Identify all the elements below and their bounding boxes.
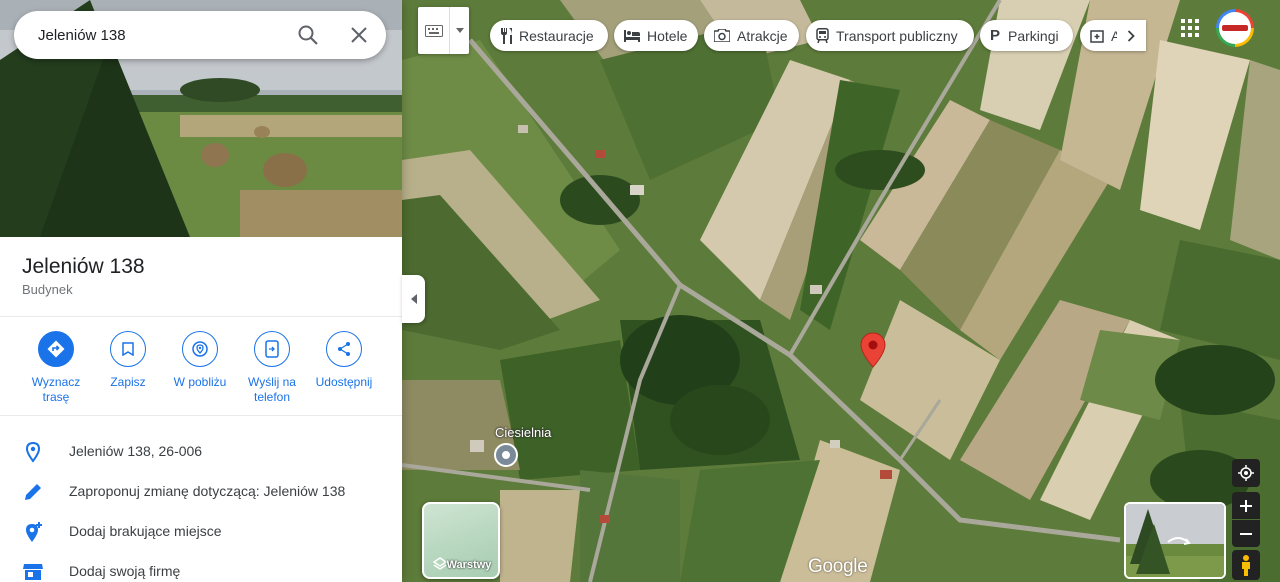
restaurant-icon <box>501 27 512 44</box>
location-marker-icon[interactable] <box>860 332 886 368</box>
google-logo: Google <box>808 556 868 577</box>
chip-label: Atrakcje <box>737 27 788 44</box>
action-label: Wyślij na telefon <box>248 375 296 404</box>
directions-button[interactable]: Wyznacz trasę <box>21 331 91 405</box>
chip-parking[interactable]: P Parkingi <box>980 20 1073 51</box>
action-label: Zapisz <box>110 375 146 389</box>
address-row[interactable]: Jeleniów 138, 26-006 <box>0 431 402 471</box>
chip-restaurants[interactable]: Restauracje <box>490 20 608 51</box>
add-missing-place-row[interactable]: Dodaj brakujące miejsce <box>0 511 402 551</box>
action-label: W pobliżu <box>173 375 227 389</box>
action-label: Wyznacz trasę <box>31 375 81 404</box>
suggest-edit-row[interactable]: Zaproponuj zmianę dotyczącą: Jeleniów 13… <box>0 471 402 511</box>
hotel-icon <box>624 29 640 42</box>
divider <box>0 415 402 416</box>
crosshair-icon <box>1238 465 1254 481</box>
street-view-image <box>1126 504 1224 577</box>
chip-hotels[interactable]: Hotele <box>614 20 698 51</box>
place-title: Jeleniów 138 <box>22 255 145 278</box>
pharmacy-icon <box>1090 29 1104 43</box>
directions-icon <box>47 340 65 358</box>
layers-button[interactable]: Warstwy <box>422 502 500 579</box>
share-icon <box>338 342 350 356</box>
chip-label: Hotele <box>647 27 688 44</box>
dropdown-arrow-icon[interactable] <box>456 28 464 33</box>
poi-pin-icon[interactable] <box>494 443 518 467</box>
action-label: Udostępnij <box>315 375 373 389</box>
save-button[interactable]: Zapisz <box>93 331 163 390</box>
add-missing-place-text: Dodaj brakujące miejsce <box>69 523 222 539</box>
poi-label[interactable]: Ciesielnia <box>495 425 551 440</box>
chip-public-transport[interactable]: Transport publiczny <box>806 20 974 51</box>
transit-icon <box>816 28 829 43</box>
parking-icon: P <box>990 27 1001 44</box>
address-text: Jeleniów 138, 26-006 <box>69 443 203 459</box>
place-panel: Jeleniów 138 Budynek Wyznacz trasę Zapis… <box>0 0 402 582</box>
nearby-button[interactable]: W pobliżu <box>165 331 235 390</box>
storefront-icon <box>23 564 43 580</box>
add-business-row[interactable]: Dodaj swoją firmę <box>0 551 402 582</box>
chip-label: Restauracje <box>519 27 594 44</box>
place-category[interactable]: Budynek <box>22 282 73 297</box>
suggest-edit-text: Zaproponuj zmianę dotyczącą: Jeleniów 13… <box>69 483 346 499</box>
bookmark-icon <box>122 342 134 356</box>
layers-label: Warstwy <box>446 559 492 571</box>
camera-icon <box>714 29 730 42</box>
google-apps-icon[interactable] <box>1180 18 1200 38</box>
add-business-text: Dodaj swoją firmę <box>69 563 181 579</box>
zoom-out-button[interactable] <box>1232 520 1260 547</box>
keyboard-icon <box>425 25 443 37</box>
collapse-panel-button[interactable] <box>402 275 425 323</box>
pegman-icon[interactable] <box>1232 550 1260 580</box>
account-avatar[interactable] <box>1216 9 1254 47</box>
send-to-phone-icon <box>265 340 279 358</box>
my-location-button[interactable] <box>1232 459 1260 487</box>
send-to-phone-button[interactable]: Wyślij na telefon <box>237 331 307 405</box>
plus-icon <box>1240 499 1252 512</box>
chip-label: Transport publiczny <box>836 27 958 44</box>
chip-attractions[interactable]: Atrakcje <box>704 20 799 51</box>
keyboard-input-button[interactable] <box>418 7 469 54</box>
pencil-icon <box>25 484 41 500</box>
close-icon[interactable] <box>347 23 371 47</box>
minus-icon <box>1240 532 1252 535</box>
add-place-icon <box>26 522 42 542</box>
zoom-in-button[interactable] <box>1232 492 1260 519</box>
chevron-right-icon <box>1127 29 1135 42</box>
nearby-icon <box>192 341 208 357</box>
divider <box>0 316 402 317</box>
location-pin-icon <box>25 441 41 463</box>
street-view-thumbnail[interactable] <box>1124 502 1226 579</box>
caret-left-icon <box>410 294 417 304</box>
search-input[interactable] <box>38 26 278 44</box>
search-icon[interactable] <box>296 23 320 47</box>
chip-label: Parkingi <box>1008 27 1059 44</box>
share-button[interactable]: Udostępnij <box>309 331 379 390</box>
search-box[interactable] <box>14 11 386 59</box>
